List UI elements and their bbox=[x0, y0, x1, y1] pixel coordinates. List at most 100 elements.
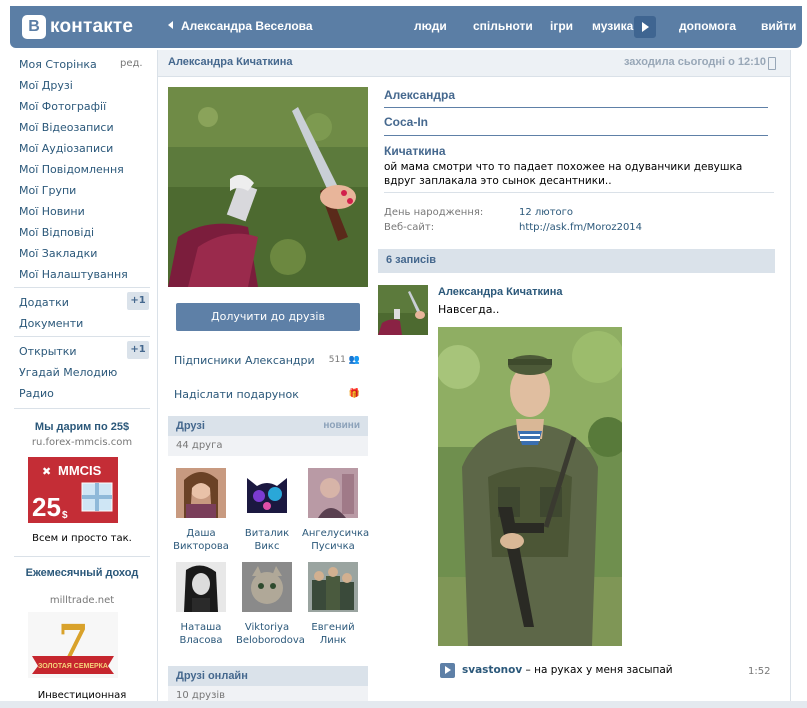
menu-my-videos[interactable]: Мої Відеозаписи bbox=[19, 121, 114, 134]
vk-logo-text: контакте bbox=[50, 16, 134, 37]
menu-my-messages[interactable]: Мої Повідомлення bbox=[19, 163, 124, 176]
birthday-value[interactable]: 12 лютого bbox=[519, 207, 573, 218]
friends-title: Друзі bbox=[176, 420, 205, 432]
edit-menu-link[interactable]: ред. bbox=[120, 58, 143, 69]
friend-tile[interactable]: Ангелусичка Пусичка bbox=[302, 468, 370, 553]
nav-communities[interactable]: спільноти bbox=[473, 19, 533, 33]
nav-logout[interactable]: вийти bbox=[761, 19, 796, 33]
vk-logo-mark: В bbox=[22, 15, 46, 39]
next-content-strip bbox=[0, 701, 807, 708]
name-underline bbox=[384, 107, 768, 108]
ad-divider bbox=[14, 556, 150, 557]
profile-main-panel: Александра Кичаткина заходила сьогодні о… bbox=[157, 50, 791, 708]
menu-my-audio[interactable]: Мої Аудіозаписи bbox=[19, 142, 113, 155]
profile-header-name: Александра Кичаткина bbox=[168, 56, 293, 68]
menu-my-groups[interactable]: Мої Групи bbox=[19, 184, 76, 197]
back-arrow-icon bbox=[168, 21, 173, 29]
friends-online-count: 10 друзів bbox=[176, 690, 226, 701]
friend-last-name: Пусичка bbox=[311, 541, 355, 552]
friend-tile[interactable]: Наташа Власова bbox=[170, 562, 232, 647]
info-divider bbox=[384, 192, 774, 193]
menu-documents[interactable]: Документи bbox=[19, 317, 83, 330]
friend-first-name: Евгений bbox=[311, 622, 355, 633]
friend-first-name: Виталик bbox=[244, 528, 290, 539]
menu-apps[interactable]: Додатки bbox=[19, 296, 69, 309]
nav-games[interactable]: ігри bbox=[550, 19, 573, 33]
menu-my-news[interactable]: Мої Новини bbox=[19, 205, 85, 218]
ad-image-golden-seven[interactable]: 7 ЗОЛОТАЯ СЕМЕРКА bbox=[28, 612, 118, 678]
friends-online-header[interactable]: Друзі онлайн bbox=[168, 666, 368, 686]
menu-divider bbox=[14, 408, 150, 409]
menu-my-page[interactable]: Моя Сторінка bbox=[19, 58, 97, 71]
friend-avatar bbox=[176, 468, 226, 518]
friends-count: 44 друга bbox=[176, 440, 223, 451]
avatar-photo bbox=[168, 87, 368, 287]
menu-my-settings[interactable]: Мої Налаштування bbox=[19, 268, 128, 281]
audio-track[interactable]: svastonov – на руках у меня засыпай bbox=[462, 664, 673, 676]
friends-online-title: Друзі онлайн bbox=[176, 670, 248, 682]
menu-my-photos[interactable]: Мої Фотографії bbox=[19, 100, 106, 113]
wall-posts-header[interactable]: 6 записів bbox=[378, 249, 775, 273]
audio-play-icon[interactable] bbox=[440, 663, 455, 678]
friend-tile[interactable]: Виталик Викс bbox=[236, 468, 298, 553]
website-link[interactable]: http://ask.fm/Moroz2014 bbox=[519, 222, 642, 233]
send-gift-label: Надіслати подарунок bbox=[174, 388, 299, 401]
apps-badge: +1 bbox=[127, 292, 149, 310]
profile-avatar[interactable] bbox=[168, 87, 368, 287]
menu-my-bookmarks[interactable]: Мої Закладки bbox=[19, 247, 97, 260]
post-text: Навсегда.. bbox=[438, 303, 500, 316]
ad-mmcis-word: MMCIS bbox=[58, 463, 102, 478]
nav-music[interactable]: музика bbox=[592, 19, 633, 33]
mobile-icon bbox=[768, 57, 776, 70]
friend-tile[interactable]: Viktoriya Beloborodova bbox=[236, 562, 305, 647]
nav-people[interactable]: люди bbox=[414, 19, 447, 33]
friend-avatar bbox=[242, 562, 292, 612]
followers-count: 511 👥 bbox=[328, 355, 360, 365]
menu-divider bbox=[14, 336, 150, 337]
send-gift-row[interactable]: Надіслати подарунок 🎁 bbox=[168, 382, 368, 408]
friend-tile[interactable]: Даша Викторова bbox=[170, 468, 232, 553]
ad-domain: milltrade.net bbox=[49, 595, 115, 606]
top-header-bar: В контакте Александра Веселова люди спіл… bbox=[10, 6, 802, 48]
profile-status[interactable]: ой мама смотри что то падает похожее на … bbox=[384, 160, 774, 188]
ad-title[interactable]: Ежемесячный доход bbox=[14, 566, 150, 580]
ad-mmcis-graphic: ✖ MMCIS 25 $ bbox=[28, 457, 118, 523]
friend-avatar bbox=[176, 562, 226, 612]
postcards-badge: +1 bbox=[127, 341, 149, 359]
post-avatar-photo bbox=[378, 285, 428, 335]
friend-first-name: Наташа bbox=[180, 622, 222, 633]
post-author-avatar[interactable] bbox=[378, 285, 428, 335]
friend-last-name: Викторова bbox=[173, 541, 229, 552]
friends-news-link[interactable]: новини bbox=[323, 420, 360, 431]
menu-postcards[interactable]: Открытки bbox=[19, 345, 77, 358]
audio-artist[interactable]: svastonov bbox=[462, 664, 522, 676]
ad-image-mmcis[interactable]: ✖ MMCIS 25 $ bbox=[28, 457, 118, 523]
ad-mmcis-number: 25 bbox=[32, 492, 61, 522]
post-photo[interactable] bbox=[438, 327, 622, 646]
profile-last-name: Кичаткина bbox=[384, 144, 446, 158]
profile-first-name: Александра bbox=[384, 88, 456, 102]
current-user-link[interactable]: Александра Веселова bbox=[168, 19, 313, 33]
followers-row[interactable]: Підписники Александри 511 👥 bbox=[168, 348, 368, 374]
menu-my-friends[interactable]: Мої Друзі bbox=[19, 79, 73, 92]
friend-first-name: Ангелусичка bbox=[302, 528, 370, 539]
menu-my-answers[interactable]: Мої Відповіді bbox=[19, 226, 94, 239]
post-author-name[interactable]: Александра Кичаткина bbox=[438, 286, 563, 298]
friend-tile[interactable]: Евгений Линк bbox=[302, 562, 364, 647]
friends-section-header[interactable]: Друзі новини bbox=[168, 416, 368, 436]
current-user-name: Александра Веселова bbox=[181, 19, 313, 33]
friend-last-name: Beloborodova bbox=[236, 635, 305, 646]
ad-domain: ru.forex-mmcis.com bbox=[31, 437, 133, 448]
birthday-label: День народження: bbox=[384, 207, 484, 218]
name-underline bbox=[384, 135, 768, 136]
ad-title[interactable]: Мы дарим по 25$ bbox=[14, 421, 150, 433]
friend-last-name: Викс bbox=[254, 541, 280, 552]
menu-radio[interactable]: Радио bbox=[19, 387, 54, 400]
menu-guess-melody[interactable]: Угадай Мелодию bbox=[19, 366, 117, 379]
music-play-icon[interactable] bbox=[634, 16, 656, 38]
nav-help[interactable]: допомога bbox=[679, 19, 736, 33]
post-photo-image bbox=[438, 327, 622, 646]
vk-logo[interactable]: В контакте bbox=[22, 14, 133, 40]
add-friend-button[interactable]: Долучити до друзів bbox=[176, 303, 360, 331]
ad-golden-seven-ribbon: ЗОЛОТАЯ СЕМЕРКА bbox=[38, 663, 108, 670]
